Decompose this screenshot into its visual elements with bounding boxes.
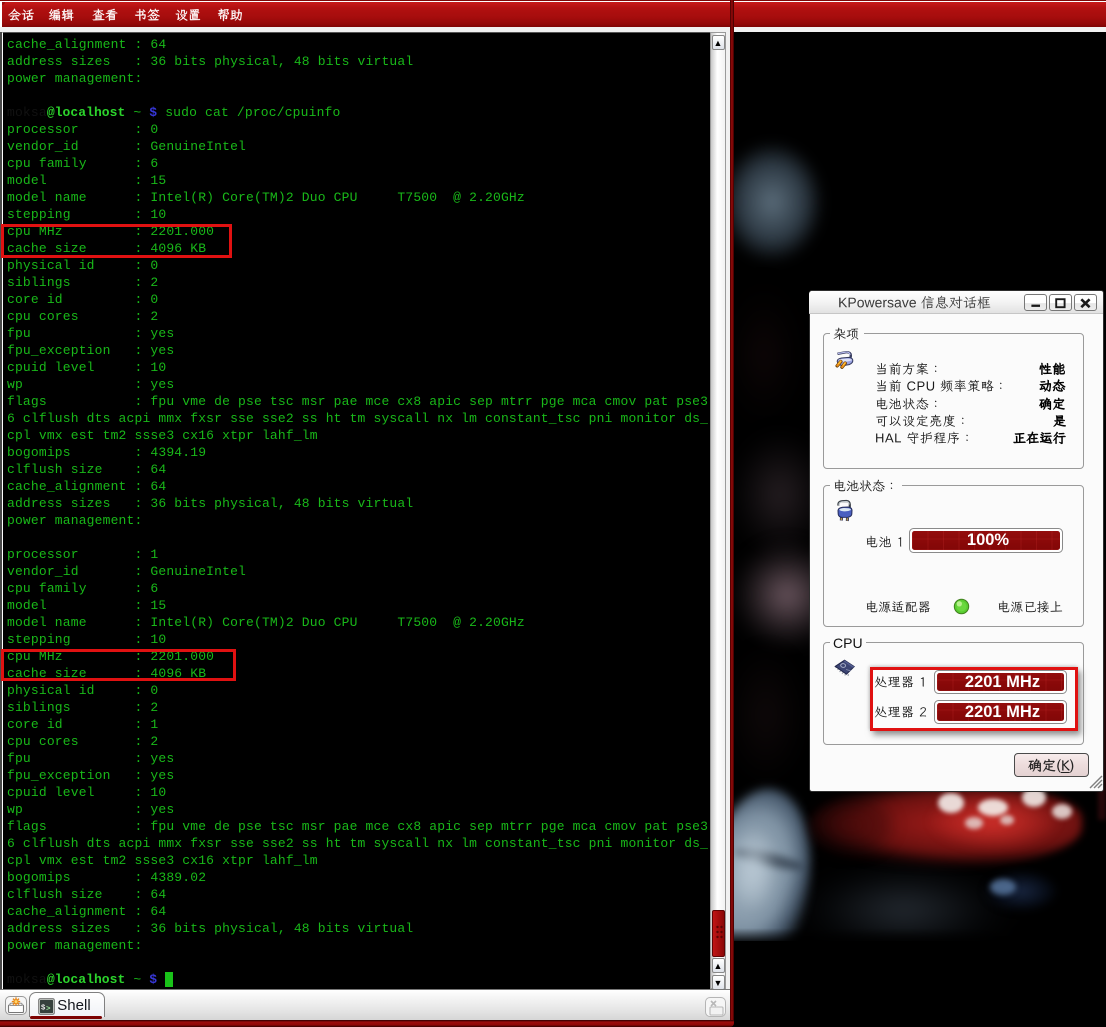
svg-text:>: > xyxy=(46,1005,51,1013)
svg-text:$: $ xyxy=(41,1004,46,1012)
